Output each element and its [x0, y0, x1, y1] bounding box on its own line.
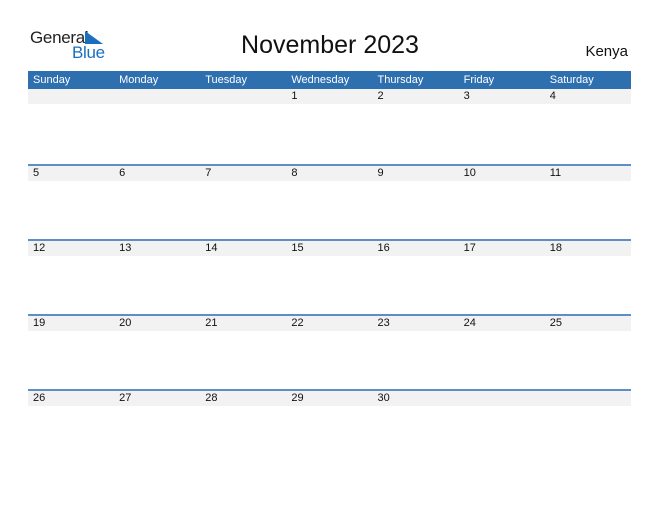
week-row: 19 20 21 22 23 24 25 [28, 314, 631, 389]
country-label: Kenya [585, 43, 628, 60]
day-cell: 15 [291, 242, 304, 254]
day-cell: 1 [291, 90, 298, 102]
week-row: 12 13 14 15 16 17 18 [28, 239, 631, 314]
day-cell: 13 [119, 242, 132, 254]
weekday-tuesday: Tuesday [205, 74, 248, 86]
day-cell: 11 [549, 167, 562, 179]
weekday-saturday: Saturday [549, 74, 594, 86]
day-cell: 24 [463, 317, 476, 329]
day-cell: 28 [205, 392, 218, 404]
day-cell [28, 89, 114, 104]
date-number-strip: 1 2 3 4 [28, 89, 631, 104]
weekday-friday: Friday [463, 74, 495, 86]
day-cell [545, 391, 631, 406]
day-cell [114, 89, 200, 104]
day-cell: 19 [33, 317, 46, 329]
day-cell: 22 [291, 317, 304, 329]
day-cell: 16 [377, 242, 390, 254]
day-cell: 23 [377, 317, 390, 329]
weekday-thursday: Thursday [377, 74, 424, 86]
day-cell: 7 [205, 167, 212, 179]
day-cell [459, 391, 545, 406]
day-cell: 20 [119, 317, 132, 329]
day-cell: 3 [463, 90, 470, 102]
weekday-sunday: Sunday [33, 74, 71, 86]
weekday-monday: Monday [119, 74, 159, 86]
day-cell: 29 [291, 392, 304, 404]
day-cell: 17 [463, 242, 476, 254]
date-number-strip: 12 13 14 15 16 17 18 [28, 241, 631, 256]
day-cell: 12 [33, 242, 46, 254]
day-cell: 30 [377, 392, 390, 404]
day-cell: 21 [205, 317, 218, 329]
day-cell: 2 [377, 90, 384, 102]
day-cell: 26 [33, 392, 46, 404]
calendar-grid: Sunday Monday Tuesday Wednesday Thursday… [28, 71, 631, 464]
date-number-strip: 19 20 21 22 23 24 25 [28, 316, 631, 331]
weekday-header: Sunday Monday Tuesday Wednesday Thursday… [28, 71, 631, 89]
weekday-wednesday: Wednesday [291, 74, 350, 86]
date-number-strip: 5 6 7 8 9 10 11 [28, 166, 631, 181]
date-number-strip: 26 27 28 29 30 [28, 391, 631, 406]
day-cell: 18 [549, 242, 562, 254]
calendar-title: November 2023 [241, 31, 419, 59]
day-cell: 9 [377, 167, 384, 179]
day-cell: 4 [549, 90, 556, 102]
day-cell [200, 89, 286, 104]
day-cell: 10 [463, 167, 476, 179]
day-cell: 5 [33, 167, 40, 179]
week-row: 26 27 28 29 30 [28, 389, 631, 464]
day-cell: 14 [205, 242, 218, 254]
day-cell: 6 [119, 167, 126, 179]
week-row: 1 2 3 4 [28, 89, 631, 164]
day-cell: 8 [291, 167, 298, 179]
week-row: 5 6 7 8 9 10 11 [28, 164, 631, 239]
day-cell: 27 [119, 392, 132, 404]
day-cell: 25 [549, 317, 562, 329]
